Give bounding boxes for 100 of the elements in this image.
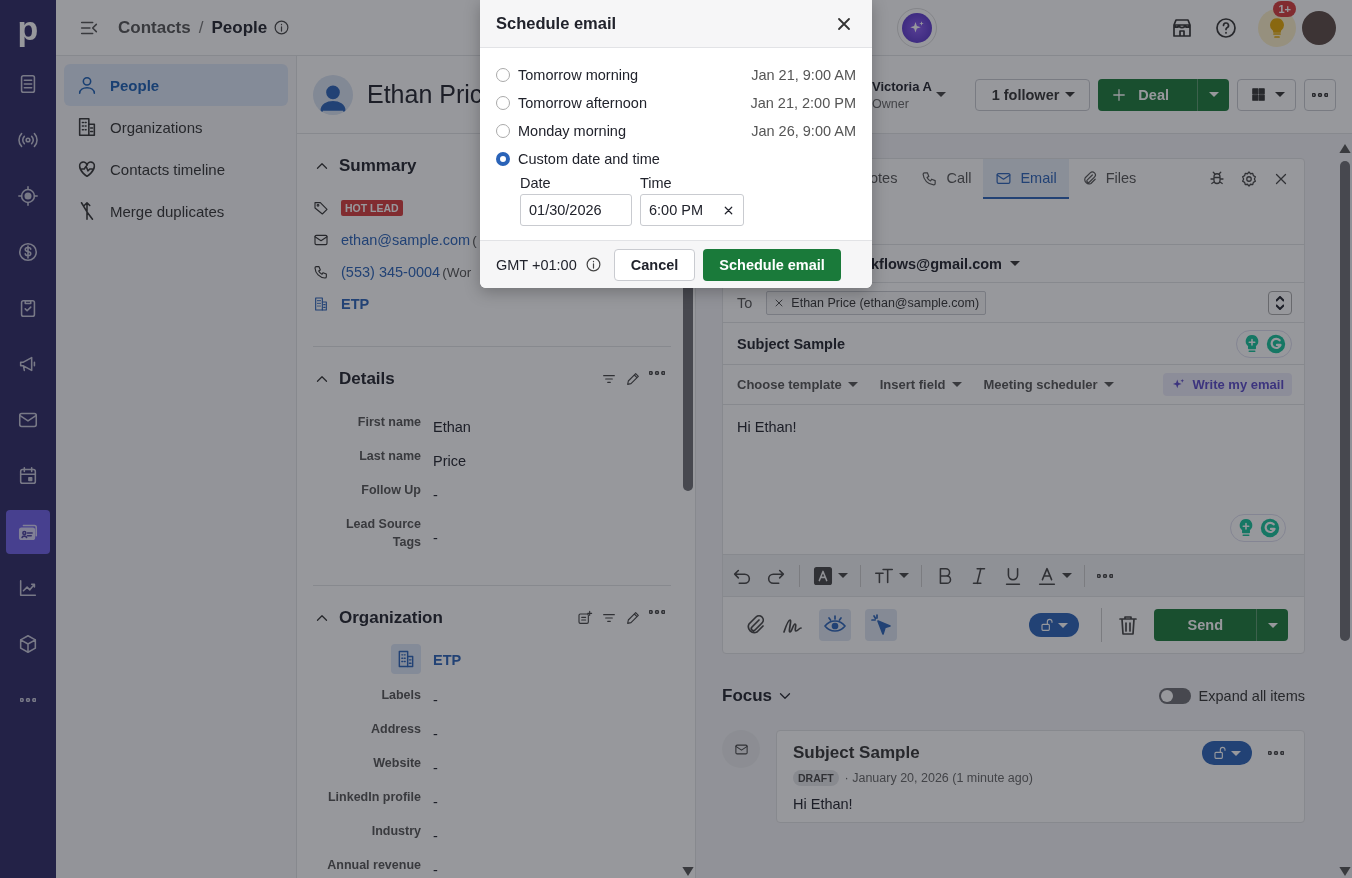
sparkle-icon (902, 12, 932, 43)
tracking-toggle[interactable] (865, 609, 897, 641)
composer-tab[interactable]: Files (1068, 159, 1149, 199)
toggle-label: Expand all items (1198, 688, 1305, 704)
add-deal-button[interactable]: Deal (1098, 78, 1197, 111)
email-link[interactable]: ethan@sample.com (341, 232, 471, 248)
option-time: Jan 21, 2:00 PM (750, 95, 856, 111)
field-label: Labels (380, 687, 421, 704)
field-value: Price (433, 452, 467, 470)
caret-icon (847, 382, 858, 387)
more-icon[interactable] (1097, 573, 1113, 578)
more-icon[interactable] (1268, 751, 1284, 755)
edit-icon[interactable] (625, 610, 641, 626)
sidebar-item[interactable]: Merge duplicates (64, 190, 288, 232)
more-button[interactable] (1304, 78, 1336, 111)
target-icon (17, 185, 39, 207)
write-email-button[interactable]: Write my email (1163, 373, 1292, 396)
scrollbar-thumb[interactable] (1340, 161, 1350, 641)
scroll-down-icon[interactable] (1339, 867, 1351, 876)
followers-button[interactable]: 1 follower (974, 78, 1091, 111)
caret-icon[interactable] (1062, 573, 1072, 578)
schedule-email-button[interactable]: Schedule email (703, 248, 841, 281)
mail-icon (313, 232, 329, 248)
expand-recipients-button[interactable] (1268, 290, 1292, 315)
phone-type: (Wor (442, 264, 472, 280)
scroll-up-icon[interactable] (1339, 144, 1351, 153)
visibility-button[interactable] (1202, 741, 1252, 765)
sidebar-item[interactable]: People (64, 64, 288, 106)
organization-link[interactable]: ETP (341, 296, 370, 312)
user-avatar[interactable] (1302, 10, 1336, 45)
focus-dropdown[interactable]: Focus (722, 686, 795, 706)
send-options-button[interactable] (1256, 609, 1288, 641)
lock-icon (1213, 745, 1229, 761)
expand-toggle[interactable] (1158, 688, 1191, 704)
scroll-down-icon[interactable] (682, 867, 694, 876)
calendar-icon (17, 465, 39, 487)
recipient-chip[interactable]: Ethan Price (ethan@sample.com) (766, 290, 987, 315)
option-label[interactable]: Monday morning (518, 123, 626, 139)
app-logo[interactable]: p (17, 0, 39, 56)
sidebar-item[interactable]: Organizations (64, 106, 288, 148)
caret-icon (1231, 750, 1241, 756)
organization-link[interactable]: ETP (433, 652, 462, 668)
dropdown-menu[interactable]: Meeting scheduler (983, 377, 1114, 392)
email-draft-card[interactable]: Subject Sample DRAFT · January 20, 2026 (1 minute ago) Hi Ethan! (776, 730, 1305, 823)
deal-menu-button[interactable] (1197, 78, 1229, 111)
mail-icon (733, 741, 749, 757)
box-icon (17, 633, 39, 655)
help-icon[interactable] (1214, 15, 1238, 40)
field-label: Address (369, 721, 421, 738)
edit-icon[interactable] (625, 371, 641, 387)
section-title: Organization (339, 608, 443, 628)
caret-icon[interactable] (899, 573, 909, 578)
option-time: Jan 21, 9:00 AM (751, 67, 856, 83)
subject-field[interactable]: Subject Sample (737, 335, 845, 352)
field-value: - (433, 529, 438, 547)
caret-icon (1275, 92, 1285, 97)
field-value: - (433, 486, 438, 504)
more-icon[interactable] (649, 371, 665, 375)
info-icon[interactable] (584, 256, 602, 273)
more-icon[interactable] (649, 610, 665, 614)
chart-icon (17, 577, 39, 599)
section-title: Details (339, 369, 395, 389)
caret-icon[interactable] (1010, 261, 1020, 266)
date-field[interactable]: 01/30/2026 (520, 194, 632, 226)
time-field[interactable]: 6:00 PM (640, 194, 744, 226)
caret-icon[interactable] (935, 92, 946, 97)
dropdown-menu[interactable]: Insert field (879, 377, 962, 392)
settings-icon[interactable] (1240, 170, 1258, 188)
cursor-icon (869, 613, 893, 637)
send-button[interactable]: Send (1153, 609, 1256, 641)
phone-link[interactable]: (553) 345-0004 (341, 264, 441, 280)
highlight-icon[interactable] (812, 564, 834, 587)
caret-icon (1065, 92, 1076, 97)
email-preview: Hi Ethan! (793, 796, 854, 812)
rail-nav-button[interactable] (6, 510, 50, 554)
breadcrumb-link[interactable]: Contacts (118, 17, 191, 38)
composer-tab[interactable]: Email (983, 159, 1069, 199)
composer-tab[interactable]: Call (909, 159, 984, 199)
owner-role: Owner (872, 96, 910, 111)
visibility-button[interactable] (1028, 613, 1079, 637)
tracking-toggle[interactable] (819, 609, 851, 641)
sidebar-item[interactable]: Contacts timeline (64, 148, 288, 190)
radio-button[interactable] (496, 152, 510, 166)
view-toggle-button[interactable] (1237, 78, 1296, 111)
sender-address[interactable]: kflows@gmail.com (871, 255, 1002, 272)
field-value: - (433, 725, 438, 743)
cancel-button[interactable]: Cancel (613, 248, 696, 281)
person-icon (76, 74, 98, 96)
field-value: Ethan (433, 418, 471, 436)
option-label[interactable]: Tomorrow afternoon (518, 95, 647, 111)
email-body[interactable]: Hi Ethan! (737, 419, 1288, 435)
email-type: ( (472, 232, 477, 248)
field-label: First name (356, 414, 421, 431)
option-label[interactable]: Tomorrow morning (518, 67, 639, 83)
option-label[interactable]: Custom date and time (518, 151, 660, 167)
caret-icon[interactable] (838, 573, 848, 578)
add-note-icon[interactable] (577, 610, 593, 626)
info-icon[interactable] (273, 19, 291, 36)
dropdown-menu[interactable]: Choose template (737, 377, 858, 392)
grid-icon (1250, 86, 1267, 103)
